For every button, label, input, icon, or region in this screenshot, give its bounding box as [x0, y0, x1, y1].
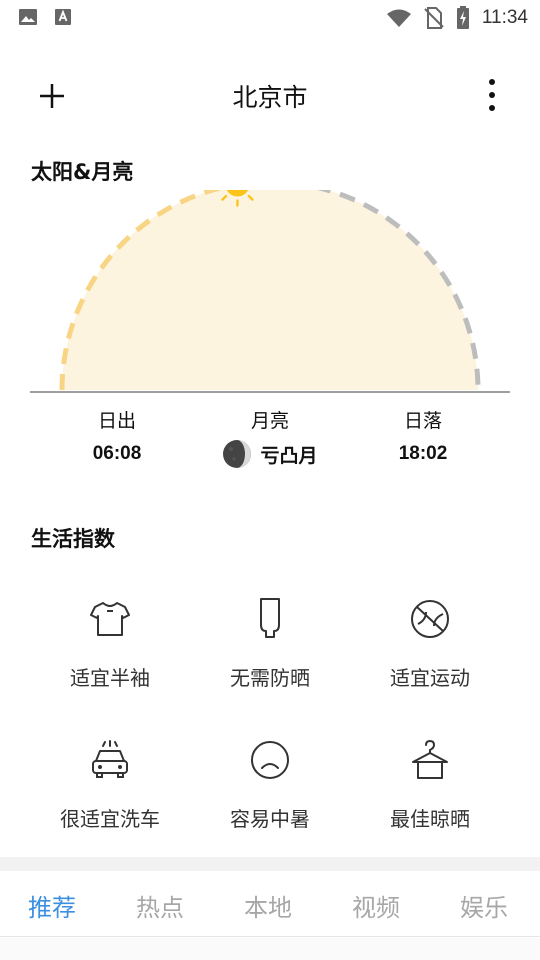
- tab-hot[interactable]: 热点: [136, 888, 184, 923]
- section-divider: [0, 857, 540, 871]
- sunrise-time: 06:08: [92, 443, 142, 464]
- sunscreen-icon: [260, 598, 280, 638]
- moon-phase-icon: [223, 440, 252, 468]
- sunrise-info: 日出 06:08: [42, 406, 192, 465]
- image-icon: [19, 9, 37, 25]
- life-item-clothing[interactable]: 适宜半袖: [30, 596, 190, 691]
- sunrise-label: 日出: [97, 410, 136, 432]
- life-label: 很适宜洗车: [60, 807, 160, 831]
- life-label: 容易中暑: [230, 807, 310, 831]
- sunset-label: 日落: [403, 410, 442, 432]
- top-bar: 北京市: [0, 60, 540, 130]
- life-index-title: 生活指数: [31, 527, 115, 551]
- status-bar: 11:34: [0, 0, 540, 36]
- sun-moon-title: 太阳&月亮: [31, 160, 134, 184]
- wifi-icon: [386, 9, 411, 27]
- life-label: 无需防晒: [230, 666, 310, 690]
- sunset-info: 日落 18:02: [348, 406, 498, 465]
- tshirt-icon: [90, 602, 130, 636]
- city-title[interactable]: 北京市: [0, 78, 540, 114]
- hanger-icon: [412, 739, 448, 779]
- sunset-time: 18:02: [398, 443, 448, 464]
- moon-label: 月亮: [250, 410, 289, 432]
- status-time: 11:34: [481, 7, 528, 28]
- tab-entertainment[interactable]: 娱乐: [460, 888, 508, 923]
- life-item-heatstroke[interactable]: 容易中暑: [190, 737, 350, 832]
- daylight-area: [62, 190, 478, 390]
- tab-video[interactable]: 视频: [352, 888, 400, 923]
- sad-face-icon: [251, 741, 289, 779]
- tab-local[interactable]: 本地: [244, 888, 292, 923]
- car-wash-icon: [92, 740, 128, 778]
- life-label: 适宜半袖: [70, 666, 150, 690]
- news-tab-bar: 推荐 热点 本地 视频 娱乐: [0, 871, 540, 937]
- news-list-peek: [0, 938, 540, 960]
- life-label: 适宜运动: [390, 666, 470, 690]
- life-item-sport[interactable]: 适宜运动: [350, 596, 510, 691]
- more-vertical-icon[interactable]: [484, 76, 500, 114]
- life-label: 最佳晾晒: [390, 807, 470, 831]
- life-item-carwash[interactable]: 很适宜洗车: [30, 737, 190, 832]
- tab-recommend[interactable]: 推荐: [28, 888, 76, 923]
- no-sim-icon: [424, 7, 444, 29]
- text-box-icon: [55, 9, 71, 25]
- moon-phase: 亏凸月: [260, 444, 318, 467]
- battery-charging-icon: [456, 6, 469, 29]
- life-item-drying[interactable]: 最佳晾晒: [350, 737, 510, 832]
- moon-info: 月亮 亏凸月: [195, 406, 345, 469]
- life-item-sunscreen[interactable]: 无需防晒: [190, 596, 350, 691]
- sun-path-chart: [30, 190, 510, 393]
- ball-icon: [411, 600, 449, 638]
